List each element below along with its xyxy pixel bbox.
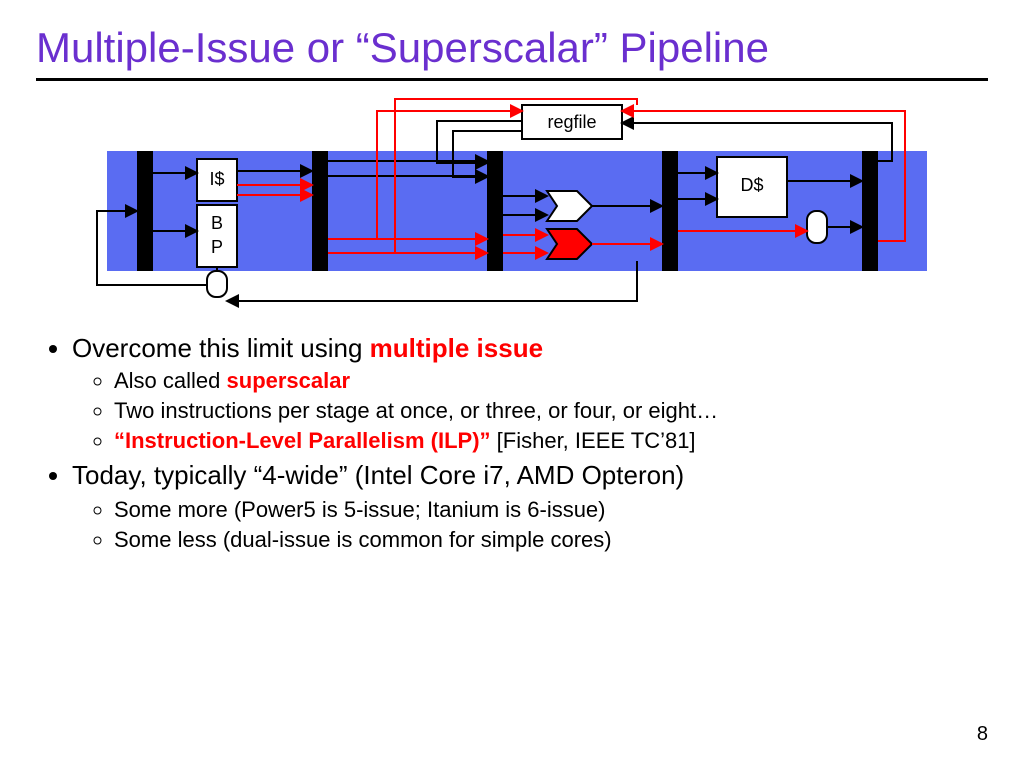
- pipe-reg-4: [662, 151, 678, 271]
- b1a-pre: Also called: [114, 368, 227, 393]
- bullet-1a: Also called superscalar: [114, 368, 988, 394]
- pipeline-diagram-wrap: regfile I$ B P D$: [36, 91, 988, 321]
- b1-red: multiple issue: [370, 333, 543, 363]
- bullets: Overcome this limit using multiple issue…: [36, 333, 988, 553]
- bp-label-b: B: [211, 213, 223, 233]
- title-rule: [36, 78, 988, 81]
- bullet-1b: Two instructions per stage at once, or t…: [114, 398, 988, 424]
- pipeline-diagram: regfile I$ B P D$: [77, 91, 947, 321]
- dcache-label: D$: [740, 175, 763, 195]
- bullet-1c: “Instruction-Level Parallelism (ILP)” [F…: [114, 428, 988, 454]
- bullet-2: Today, typically “4-wide” (Intel Core i7…: [72, 460, 988, 491]
- writeback-oval: [807, 211, 827, 243]
- pipe-reg-2: [312, 151, 328, 271]
- b1-pre: Overcome this limit using: [72, 333, 370, 363]
- pipe-reg-3: [487, 151, 503, 271]
- pipe-reg-1: [137, 151, 153, 271]
- icache-label: I$: [209, 169, 224, 189]
- bullet-2b: Some less (dual-issue is common for simp…: [114, 527, 988, 553]
- slide-title: Multiple-Issue or “Superscalar” Pipeline: [36, 24, 988, 72]
- regfile-label: regfile: [547, 112, 596, 132]
- page-number: 8: [977, 723, 988, 746]
- b1c-red: “Instruction-Level Parallelism (ILP)”: [114, 428, 497, 453]
- b1c-cite: [Fisher, IEEE TC’81]: [497, 428, 696, 453]
- bullet-2a: Some more (Power5 is 5-issue; Itanium is…: [114, 497, 988, 523]
- bp-label-p: P: [211, 237, 223, 257]
- slide: Multiple-Issue or “Superscalar” Pipeline: [0, 0, 1024, 768]
- pipe-reg-5: [862, 151, 878, 271]
- bullet-1: Overcome this limit using multiple issue…: [72, 333, 988, 454]
- b1a-red: superscalar: [227, 368, 351, 393]
- pc-oval: [207, 271, 227, 297]
